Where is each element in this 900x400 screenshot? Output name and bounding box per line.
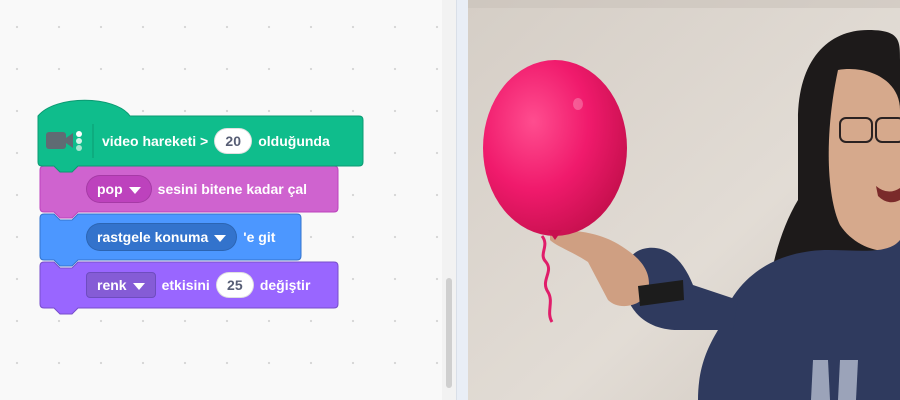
video-camera-icon [46, 131, 82, 151]
sound-block-label: sesini bitene kadar çal [157, 181, 308, 197]
sound-dropdown-value: pop [97, 181, 123, 197]
chevron-down-icon [214, 234, 227, 242]
looks-block-label-after: değiştir [259, 277, 311, 293]
chevron-down-icon [128, 186, 141, 194]
effect-dropdown[interactable]: renk [86, 272, 156, 298]
workspace-scrollbar-thumb[interactable] [446, 278, 452, 388]
looks-block-content: renk etkisini 25 değiştir [86, 272, 310, 298]
goto-target-dropdown[interactable]: rastgele konuma [86, 223, 238, 251]
video-frame [468, 0, 900, 400]
motion-block-content: rastgele konuma 'e git [86, 223, 275, 251]
motion-block-label: 'e git [243, 229, 276, 245]
effect-amount-input[interactable]: 25 [215, 272, 254, 298]
looks-block-label: etkisini [161, 277, 210, 293]
chevron-down-icon [132, 282, 145, 290]
hat-block-label: video hareketi > [102, 133, 209, 149]
motion-threshold-input[interactable]: 20 [214, 128, 253, 154]
sound-dropdown[interactable]: pop [86, 175, 152, 203]
sound-block-content: pop sesini bitene kadar çal [86, 175, 307, 203]
goto-target-value: rastgele konuma [97, 229, 209, 245]
hat-block-label-after: olduğunda [258, 133, 330, 149]
stage-video-feed[interactable] [468, 0, 900, 400]
effect-dropdown-value: renk [97, 277, 127, 293]
hat-block-content: video hareketi > 20 olduğunda [102, 128, 330, 154]
